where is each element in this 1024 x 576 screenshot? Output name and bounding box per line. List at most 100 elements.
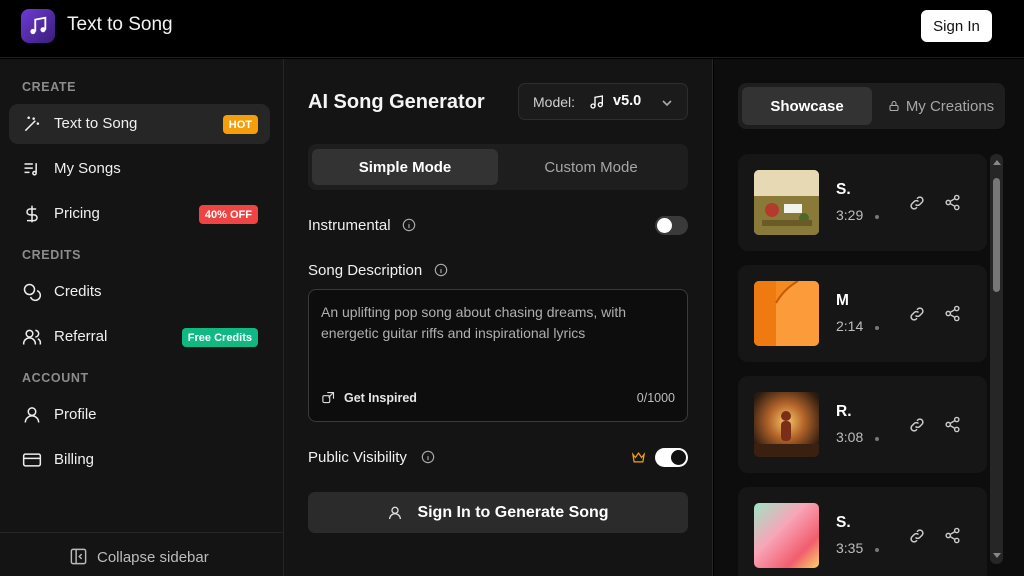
info-icon[interactable]	[402, 218, 416, 232]
coins-icon	[23, 283, 42, 302]
info-icon[interactable]	[421, 450, 435, 464]
scroll-down-arrow-icon[interactable]	[993, 553, 1001, 558]
sidebar-item-profile[interactable]: Profile	[9, 395, 270, 435]
music-note-icon	[590, 95, 603, 109]
model-version: v5.0	[613, 93, 642, 109]
collapse-sidebar-label: Collapse sidebar	[97, 549, 209, 566]
top-header: Text to Song Sign In	[0, 0, 1024, 58]
discount-badge: 40% OFF	[198, 205, 258, 224]
sidebar-item-label: Credits	[54, 283, 102, 300]
share-icon[interactable]	[944, 194, 961, 211]
link-icon[interactable]	[908, 416, 926, 434]
free-credits-badge: Free Credits	[181, 328, 258, 347]
share-icon[interactable]	[944, 305, 961, 322]
song-card[interactable]: S. 3:35	[738, 487, 987, 576]
share-icon[interactable]	[944, 416, 961, 433]
sidebar-item-label: My Songs	[54, 160, 121, 177]
hot-badge: HOT	[222, 115, 258, 134]
get-inspired-label: Get Inspired	[344, 390, 417, 405]
song-duration: 3:29	[836, 207, 864, 223]
song-card[interactable]: S. 3:29	[738, 154, 987, 251]
sidebar-item-label: Referral	[54, 328, 108, 345]
sidebar-item-label: Pricing	[54, 205, 100, 222]
sidebar-item-credits[interactable]: Credits	[9, 272, 270, 312]
link-icon[interactable]	[908, 305, 926, 323]
section-label-create: CREATE	[22, 80, 77, 94]
lock-icon	[889, 100, 899, 112]
song-title: S.	[836, 514, 851, 531]
tab-my-creations-label: My Creations	[905, 97, 995, 115]
separator-dot	[875, 437, 879, 441]
get-inspired-button[interactable]: Get Inspired	[321, 390, 417, 405]
character-counter: 0/1000	[636, 391, 675, 405]
info-icon[interactable]	[434, 263, 448, 277]
app-logo-icon[interactable]	[21, 9, 55, 43]
music-list-icon	[24, 163, 37, 176]
sidebar-collapse-icon	[70, 548, 87, 565]
song-cover-image[interactable]	[754, 170, 819, 235]
sidebar-item-billing[interactable]: Billing	[9, 440, 270, 480]
tab-my-creations[interactable]: My Creations	[880, 87, 1002, 125]
sign-in-button[interactable]: Sign In	[921, 10, 992, 42]
sidebar-item-label: Text to Song	[54, 115, 138, 132]
sidebar: CREATE Text to Song HOT My Songs Pricing…	[0, 59, 284, 576]
public-visibility-label: Public Visibility	[308, 449, 407, 466]
song-title: R.	[836, 403, 852, 420]
description-placeholder: An uplifting pop song about chasing drea…	[321, 304, 627, 341]
scroll-thumb[interactable]	[993, 178, 1000, 292]
shuffle-icon	[322, 391, 335, 404]
song-cover-image[interactable]	[754, 281, 819, 346]
tab-simple-mode[interactable]: Simple Mode	[312, 149, 498, 185]
user-icon	[24, 407, 40, 423]
app-title: Text to Song	[67, 14, 173, 35]
song-duration: 2:14	[836, 318, 864, 334]
song-title: M	[836, 292, 849, 309]
scrollbar[interactable]	[990, 154, 1003, 564]
song-card[interactable]: M 2:14	[738, 265, 987, 362]
song-cover-image[interactable]	[754, 503, 819, 568]
section-label-account: ACCOUNT	[22, 371, 89, 385]
sidebar-item-pricing[interactable]: Pricing 40% OFF	[9, 194, 270, 234]
tab-showcase[interactable]: Showcase	[742, 87, 872, 125]
showcase-panel: Showcase My Creations S. 3:29 M 2:14 R. …	[714, 59, 1024, 576]
separator-dot	[875, 326, 879, 330]
song-cover-image[interactable]	[754, 392, 819, 457]
share-icon[interactable]	[944, 527, 961, 544]
song-duration: 3:08	[836, 429, 864, 445]
generate-song-label: Sign In to Generate Song	[417, 503, 609, 521]
crown-icon	[631, 452, 646, 463]
sidebar-item-referral[interactable]: Referral Free Credits	[9, 317, 270, 357]
section-label-credits: CREDITS	[22, 248, 82, 262]
song-duration: 3:35	[836, 540, 864, 556]
sidebar-item-text-to-song[interactable]: Text to Song HOT	[9, 104, 270, 144]
page-title: AI Song Generator	[308, 91, 485, 113]
song-description-textarea[interactable]: An uplifting pop song about chasing drea…	[308, 289, 688, 422]
song-card[interactable]: R. 3:08	[738, 376, 987, 473]
song-generator-panel: AI Song Generator Model: v5.0 Simple Mod…	[284, 59, 713, 576]
users-icon	[22, 329, 42, 345]
song-title: S.	[836, 181, 851, 198]
sidebar-item-my-songs[interactable]: My Songs	[9, 149, 270, 189]
mode-tabs: Simple Mode Custom Mode	[308, 144, 688, 190]
collapse-sidebar-button[interactable]: Collapse sidebar	[0, 532, 283, 576]
link-icon[interactable]	[908, 194, 926, 212]
public-visibility-toggle[interactable]	[655, 448, 688, 467]
model-select[interactable]: Model: v5.0	[518, 83, 688, 120]
toggle-knob	[671, 450, 686, 465]
instrumental-label: Instrumental	[308, 217, 391, 234]
instrumental-toggle[interactable]	[655, 216, 688, 235]
credit-card-icon	[22, 453, 42, 467]
chevron-down-icon	[662, 100, 672, 107]
sidebar-item-label: Billing	[54, 451, 95, 468]
dollar-icon	[26, 205, 38, 223]
song-description-label: Song Description	[308, 262, 423, 279]
showcase-tabs: Showcase My Creations	[738, 83, 1005, 129]
magic-wand-icon	[24, 116, 40, 132]
link-icon[interactable]	[908, 527, 926, 545]
toggle-knob	[657, 218, 672, 233]
tab-custom-mode[interactable]: Custom Mode	[498, 149, 684, 185]
generate-song-button[interactable]: Sign In to Generate Song	[308, 492, 688, 533]
model-label: Model:	[533, 94, 576, 110]
user-icon	[389, 506, 402, 519]
scroll-up-arrow-icon[interactable]	[993, 160, 1001, 165]
